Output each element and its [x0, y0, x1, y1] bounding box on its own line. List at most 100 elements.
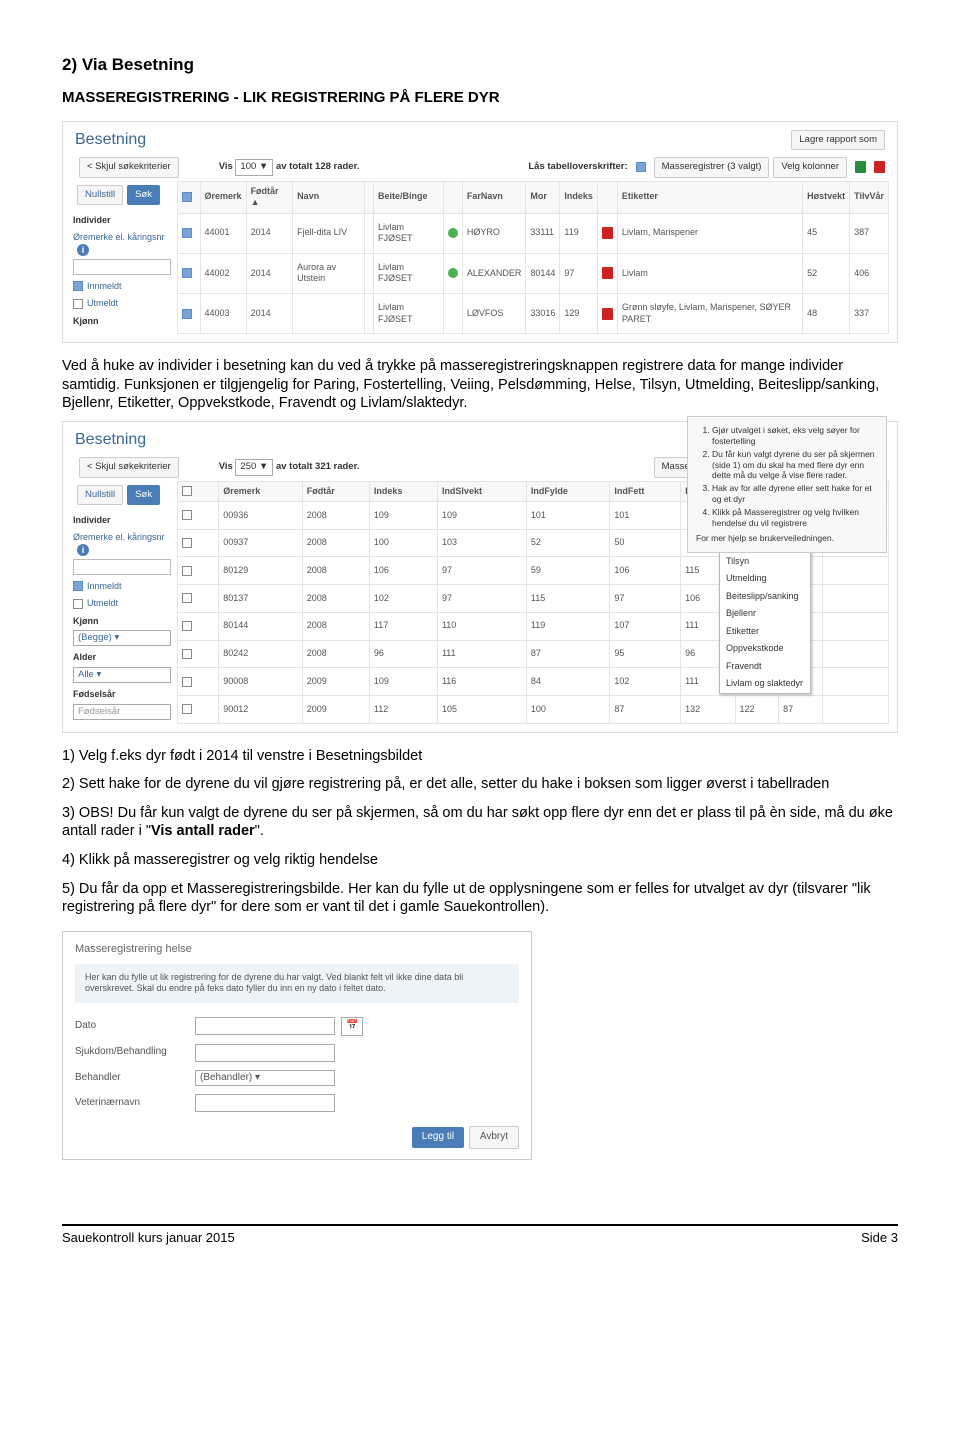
choose-columns-button[interactable]: Velg kolonner	[773, 157, 847, 177]
step-4: 4) Klikk på masseregistrer og velg rikti…	[62, 851, 898, 870]
fodsel-select[interactable]: Fødselsår	[73, 704, 171, 720]
table-row[interactable]: 440012014Fjell-dita LIVLivlam FJØSETHØYR…	[177, 213, 888, 253]
search-button[interactable]: Søk	[127, 185, 160, 205]
col-indeks[interactable]: Indeks	[369, 481, 437, 502]
event-option[interactable]: Oppvekstkode	[720, 640, 810, 658]
search-input[interactable]	[73, 559, 171, 575]
event-option[interactable]: Beiteslipp/sanking	[720, 588, 810, 606]
vet-input[interactable]	[195, 1094, 335, 1112]
col-check[interactable]	[177, 181, 200, 213]
shot1-title: Besetning	[75, 130, 146, 150]
utmeldt-option[interactable]: Utmeldt	[73, 298, 171, 310]
vis-suffix: av totalt 128 rader.	[276, 161, 359, 173]
col-fodtaar[interactable]: Fødtår ▲	[246, 181, 293, 213]
vis-count-select[interactable]: 250 ▼	[235, 459, 273, 475]
sjukdom-input[interactable]	[195, 1044, 335, 1062]
behandler-select[interactable]: (Behandler) ▾	[195, 1070, 335, 1087]
fodsel-heading: Fødselsår	[73, 689, 171, 701]
vis-label: Vis	[219, 461, 233, 473]
col-oremerk[interactable]: Øremerk	[219, 481, 303, 502]
screenshot-2: Gjør utvalget i søket, eks velg søyer fo…	[62, 421, 898, 733]
search-input[interactable]	[73, 259, 171, 275]
tooltip-help: For mer hjelp se brukerveiledningen.	[696, 533, 878, 544]
col-etik[interactable]: Etiketter	[617, 181, 802, 213]
col-indfylde[interactable]: IndFylde	[526, 481, 609, 502]
tooltip-item: Du får kun valgt dyrene du ser på skjerm…	[712, 449, 878, 482]
subheading: MASSEREGISTRERING - LIK REGISTRERING PÅ …	[62, 88, 898, 107]
modal-title: Masseregistrering helse	[63, 932, 531, 960]
lock-headers-toggle[interactable]	[636, 162, 646, 172]
step-1: 1) Velg f.eks dyr født i 2014 til venstr…	[62, 747, 898, 766]
vis-count-select[interactable]: 100 ▼	[235, 159, 273, 175]
tooltip-item: Gjør utvalget i søket, eks velg søyer fo…	[712, 425, 878, 447]
legg-til-button[interactable]: Legg til	[412, 1127, 464, 1148]
info-icon[interactable]: i	[77, 544, 89, 556]
modal-help: Her kan du fylle ut lik registrering for…	[75, 964, 519, 1003]
hide-criteria-button[interactable]: < Skjul søkekriterier	[79, 457, 179, 477]
kjonn-select[interactable]: (Begge) ▾	[73, 630, 171, 646]
shot1-table: Øremerk Fødtår ▲ Navn Beite/Binge FarNav…	[177, 181, 889, 335]
step-2: 2) Sett hake for de dyrene du vil gjøre …	[62, 775, 898, 794]
export-excel-icon[interactable]	[855, 161, 866, 173]
reset-button[interactable]: Nullstill	[77, 185, 123, 205]
vet-label: Veterinærnavn	[75, 1097, 195, 1110]
tooltip-item: Klikk på Masseregistrer og velg hvilken …	[712, 507, 878, 529]
table-row[interactable]: 440032014Livlam FJØSETLØVFOS33016129Grøn…	[177, 294, 888, 334]
dato-label: Dato	[75, 1020, 195, 1033]
screenshot-1: Besetning Lagre rapport som < Skjul søke…	[62, 121, 898, 343]
mass-register-button[interactable]: Masseregistrer (3 valgt)	[654, 157, 770, 177]
individer-heading: Individer	[73, 215, 171, 227]
utmeldt-option[interactable]: Utmeldt	[73, 598, 171, 610]
modal-screenshot: Masseregistrering helse Her kan du fylle…	[62, 931, 532, 1161]
individer-heading: Individer	[73, 515, 171, 527]
col-beite[interactable]: Beite/Binge	[374, 181, 444, 213]
dato-input[interactable]	[195, 1017, 335, 1035]
event-option[interactable]: Bjellenr	[720, 605, 810, 623]
col-fodtaar[interactable]: Fødtår	[302, 481, 369, 502]
alder-heading: Alder	[73, 652, 171, 664]
sjukdom-label: Sjukdom/Behandling	[75, 1046, 195, 1059]
search-label: Øremerke el. kåringsnri	[73, 532, 171, 556]
footer-right: Side 3	[861, 1230, 898, 1247]
paragraph-1: Ved å huke av individer i besetning kan …	[62, 357, 898, 413]
col-farnavn[interactable]: FarNavn	[462, 181, 526, 213]
page-footer: Sauekontroll kurs januar 2015 Side 3	[62, 1224, 898, 1247]
kjonn-heading: Kjønn	[73, 316, 171, 328]
event-option[interactable]: Tilsyn	[720, 553, 810, 571]
reset-button[interactable]: Nullstill	[77, 485, 123, 505]
col-tilvvar[interactable]: TilvVår	[850, 181, 889, 213]
event-option[interactable]: Livlam og slaktedyr	[720, 675, 810, 693]
save-report-button[interactable]: Lagre rapport som	[791, 130, 885, 150]
innmeldt-option[interactable]: Innmeldt	[73, 581, 171, 593]
tooltip-panel: Gjør utvalget i søket, eks velg søyer fo…	[687, 416, 887, 553]
footer-left: Sauekontroll kurs januar 2015	[62, 1230, 235, 1247]
col-navn[interactable]: Navn	[293, 181, 365, 213]
table-row[interactable]: 440022014Aurora av UtsteinLivlam FJØSETA…	[177, 253, 888, 293]
info-icon[interactable]: i	[77, 244, 89, 256]
event-option[interactable]: Utmelding	[720, 570, 810, 588]
export-pdf-icon[interactable]	[874, 161, 885, 173]
search-button[interactable]: Søk	[127, 485, 160, 505]
tooltip-item: Hak av for alle dyrene eller sett hake f…	[712, 483, 878, 505]
alder-select[interactable]: Alle ▾	[73, 667, 171, 683]
table-row[interactable]: 9001220091121051008713212287	[177, 696, 888, 724]
behandler-label: Behandler	[75, 1072, 195, 1085]
col-mor[interactable]: Mor	[526, 181, 560, 213]
col-indfett[interactable]: IndFett	[610, 481, 681, 502]
innmeldt-option[interactable]: Innmeldt	[73, 281, 171, 293]
col-check[interactable]	[177, 481, 219, 502]
vis-suffix: av totalt 321 rader.	[276, 461, 359, 473]
event-option[interactable]: Etiketter	[720, 623, 810, 641]
col-hostvekt[interactable]: Høstvekt	[803, 181, 850, 213]
avbryt-button[interactable]: Avbryt	[469, 1126, 519, 1149]
col-indslvekt[interactable]: IndSlvekt	[437, 481, 526, 502]
hide-criteria-button[interactable]: < Skjul søkekriterier	[79, 157, 179, 177]
vis-label: Vis	[219, 161, 233, 173]
datepicker-icon[interactable]: 📅	[341, 1017, 363, 1036]
step-5: 5) Du får da opp et Masseregistreringsbi…	[62, 880, 898, 917]
step-3: 3) OBS! Du får kun valgt de dyrene du se…	[62, 804, 898, 841]
heading: 2) Via Besetning	[62, 54, 898, 76]
event-option[interactable]: Fravendt	[720, 658, 810, 676]
col-oremerk[interactable]: Øremerk	[200, 181, 246, 213]
col-indeks[interactable]: Indeks	[560, 181, 598, 213]
